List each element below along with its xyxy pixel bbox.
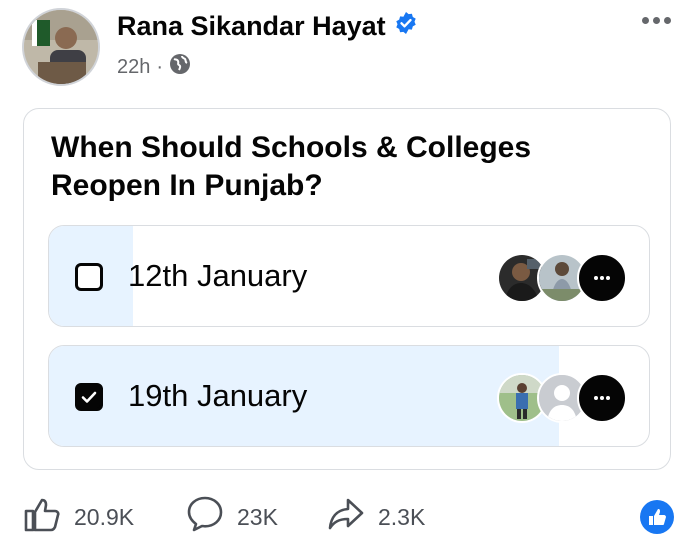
more-voters-icon: [577, 253, 627, 303]
verified-badge-icon: [394, 11, 418, 42]
comment-bubble-icon: [185, 494, 225, 540]
globe-icon: [169, 53, 191, 81]
voter-avatars[interactable]: [497, 373, 627, 423]
poll-option-19th-january[interactable]: 19th January: [48, 345, 650, 447]
poll-option-label: 12th January: [128, 258, 308, 293]
meta-separator: ·: [156, 55, 164, 78]
poll-option-12th-january[interactable]: 12th January: [48, 225, 650, 327]
comment-count: 23K: [237, 503, 278, 530]
checked-checkbox-icon[interactable]: [75, 383, 103, 411]
author-name-row: Rana Sikandar Hayat: [117, 11, 418, 42]
author-name[interactable]: Rana Sikandar Hayat: [117, 11, 386, 42]
share-arrow-icon: [326, 494, 366, 540]
share-count: 2.3K: [378, 503, 426, 530]
voter-avatars[interactable]: [497, 253, 627, 303]
poll-card: When Should Schools & Colleges Reopen In…: [23, 108, 671, 470]
more-options-icon[interactable]: [636, 10, 676, 30]
post-actions: 20.9K 23K 2.3K: [0, 494, 696, 538]
poll-option-label: 19th January: [128, 378, 308, 413]
author-avatar[interactable]: [22, 8, 100, 86]
post-meta: 22h ·: [117, 53, 191, 81]
thumbs-up-icon: [22, 494, 62, 540]
share-button[interactable]: 2.3K: [326, 494, 425, 540]
poll-question: When Should Schools & Colleges Reopen In…: [51, 131, 532, 202]
like-button[interactable]: 20.9K: [22, 494, 134, 540]
more-voters-icon: [577, 373, 627, 423]
unchecked-checkbox-icon[interactable]: [75, 263, 103, 291]
like-reaction-icon[interactable]: [640, 500, 674, 534]
comment-button[interactable]: 23K: [185, 494, 278, 540]
post-time[interactable]: 22h: [117, 56, 150, 79]
like-count: 20.9K: [74, 503, 135, 530]
